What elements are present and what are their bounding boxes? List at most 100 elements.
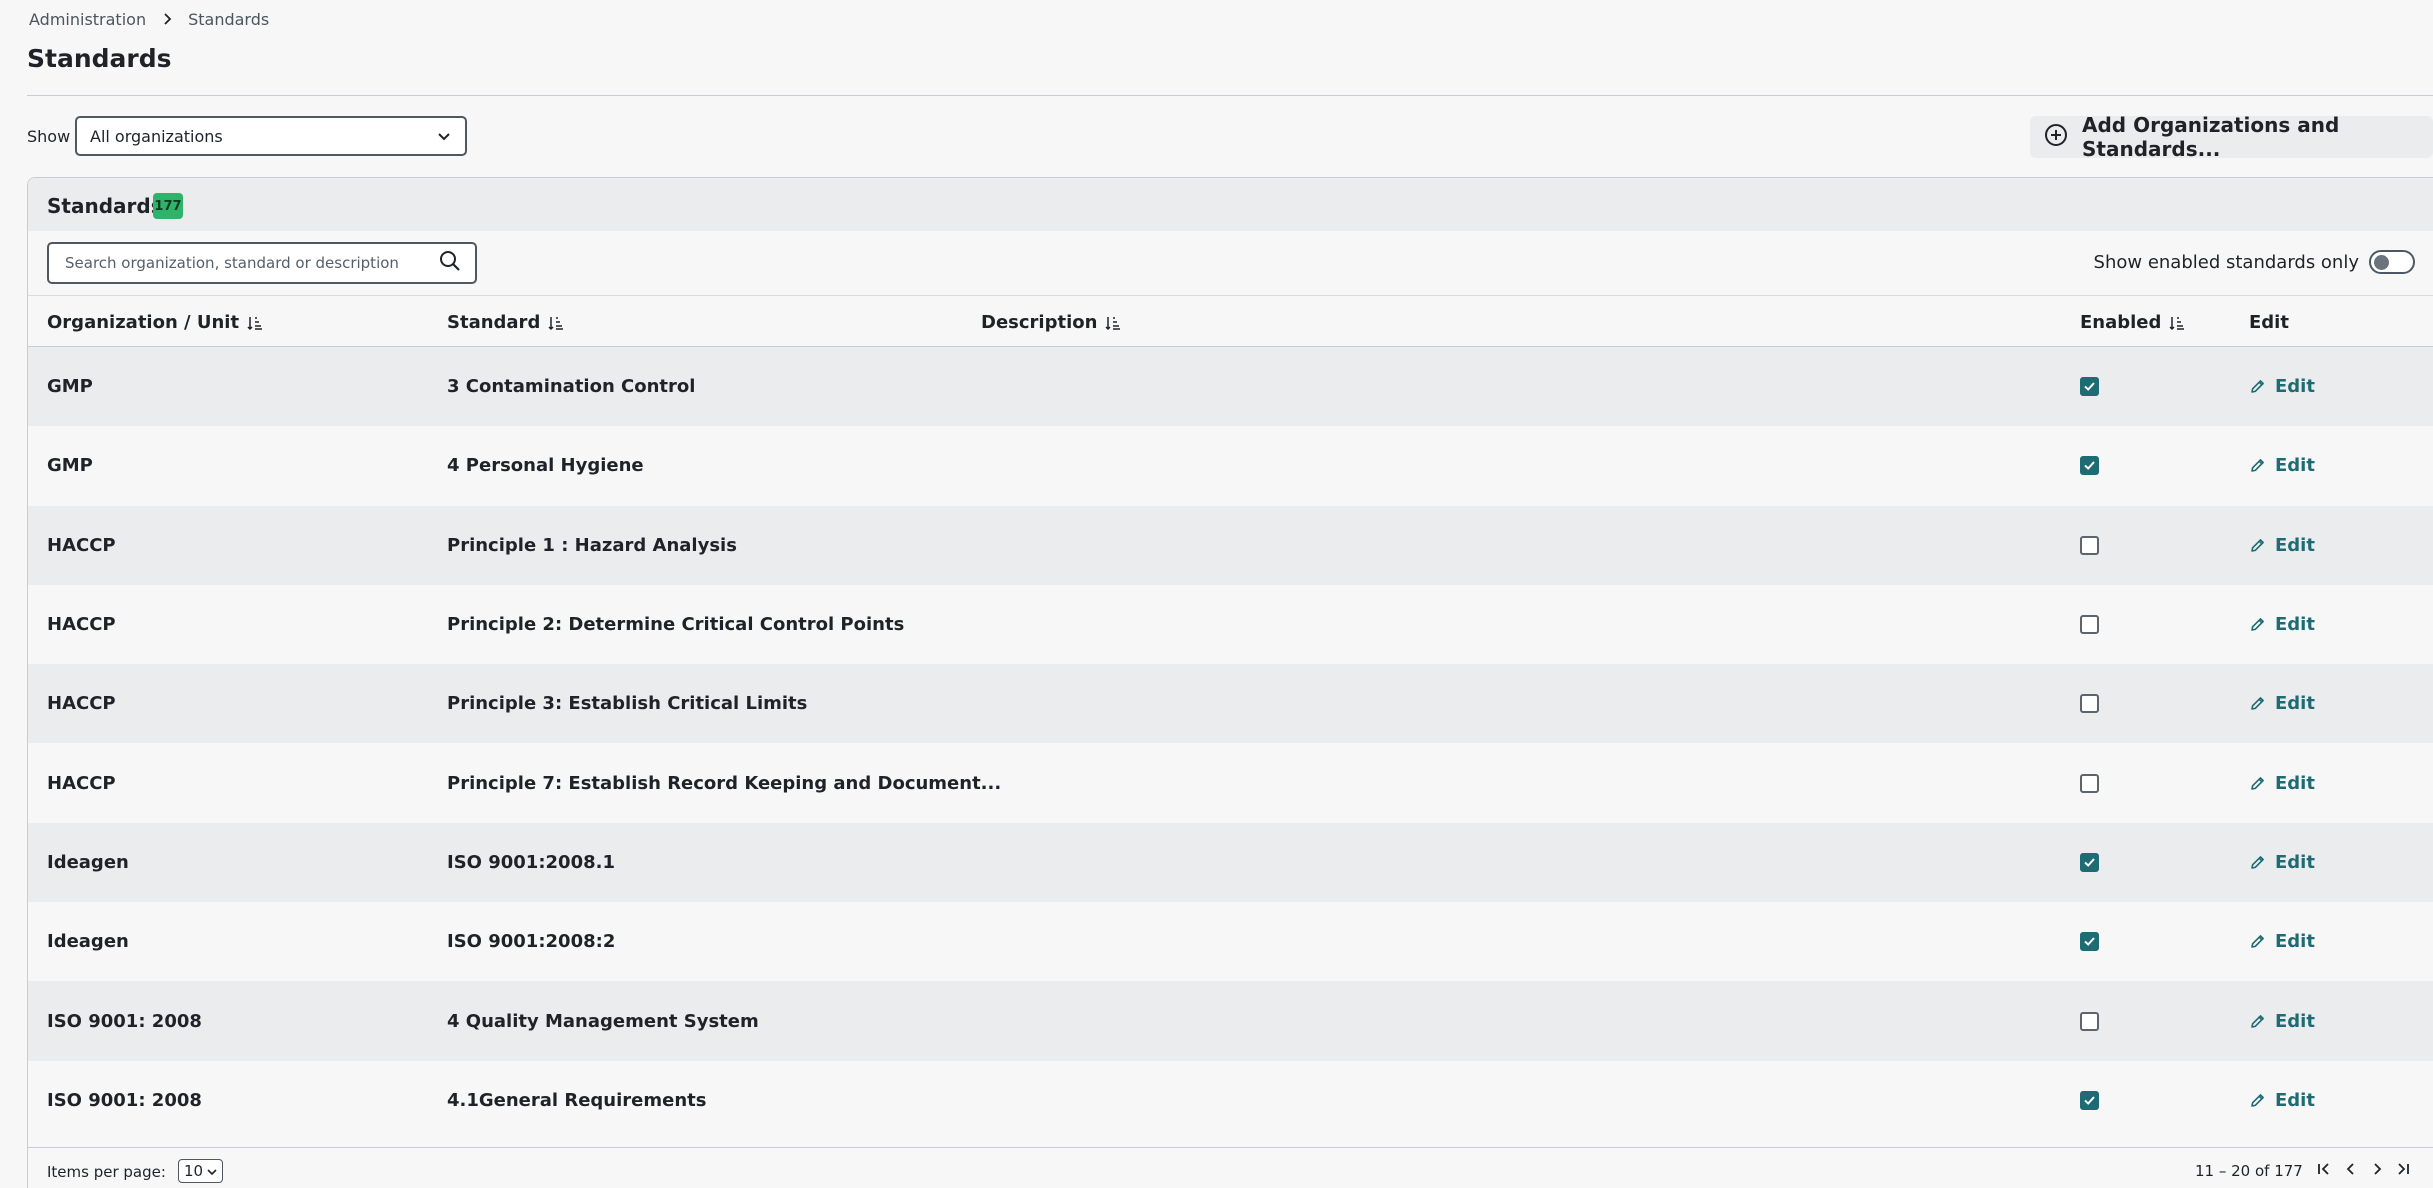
cell-organization: HACCP [47,693,116,715]
search-icon[interactable] [439,250,461,276]
cell-enabled [2080,743,2099,822]
edit-label: Edit [2275,772,2315,794]
column-header-enabled[interactable]: Enabled [2080,312,2185,333]
cell-enabled [2080,347,2099,426]
table-row: HACCP Principle 7: Establish Record Keepi… [28,743,2433,822]
cell-standard: 3 Contamination Control [447,376,696,398]
first-page-icon[interactable] [2317,1162,2331,1176]
add-organizations-button[interactable]: Add Organizations and Standards... [2030,113,2433,161]
column-header-description[interactable]: Description [981,312,1121,333]
column-label: Standard [447,312,541,333]
cell-enabled [2080,426,2099,505]
sort-icon[interactable] [247,315,263,331]
column-header-standard[interactable]: Standard [447,312,564,333]
column-header-organization[interactable]: Organization / Unit [47,312,263,333]
enabled-checkbox[interactable] [2080,1011,2099,1031]
pencil-icon [2249,1092,2266,1109]
column-label: Enabled [2080,312,2162,333]
search-field[interactable] [47,242,477,284]
enabled-checkbox[interactable] [2080,535,2099,555]
cell-standard: Principle 1 : Hazard Analysis [447,534,737,556]
edit-label: Edit [2275,1089,2315,1111]
pencil-icon [2249,775,2266,792]
page-title: Standards [27,44,172,73]
enabled-checkbox[interactable] [2080,615,2099,635]
cell-standard: 4 Quality Management System [447,1010,759,1032]
cell-enabled [2080,585,2099,664]
search-input[interactable] [63,253,427,273]
enabled-checkbox[interactable] [2080,456,2099,476]
edit-link[interactable]: Edit [2249,426,2315,505]
cell-standard: Principle 2: Determine Critical Control … [447,614,905,636]
cell-organization: ISO 9001: 2008 [47,1089,202,1111]
edit-link[interactable]: Edit [2249,743,2315,822]
enabled-only-toggle[interactable] [2369,250,2415,274]
table-row: HACCP Principle 1 : Hazard Analysis Edit [28,505,2433,585]
cell-standard: 4.1General Requirements [447,1089,707,1111]
previous-page-icon[interactable] [2344,1162,2358,1176]
table-row: HACCP Principle 3: Establish Critical Lim… [28,664,2433,744]
chevron-down-icon [437,127,451,146]
sort-icon[interactable] [548,315,564,331]
edit-label: Edit [2275,693,2315,715]
cell-standard: 4 Personal Hygiene [447,455,644,477]
items-per-page-select[interactable]: 10 [178,1159,223,1183]
cell-standard: Principle 3: Establish Critical Limits [447,693,808,715]
pencil-icon [2249,378,2266,395]
table-row: HACCP Principle 2: Determine Critical Con… [28,585,2433,664]
cell-organization: GMP [47,376,93,398]
panel-title: Standards [47,194,163,218]
pencil-icon [2249,695,2266,712]
column-label: Organization / Unit [47,312,240,333]
edit-link[interactable]: Edit [2249,902,2315,981]
toggle-knob [2374,255,2389,270]
enabled-checkbox[interactable] [2080,932,2099,952]
cell-enabled [2080,823,2099,902]
breadcrumb-administration[interactable]: Administration [29,10,146,29]
standards-panel: Standards 177 Show enabled standards onl… [27,177,2433,1188]
table-body: GMP 3 Contamination Control Edit GMP 4 Perso… [28,347,2433,1140]
edit-link[interactable]: Edit [2249,1061,2315,1140]
sort-icon[interactable] [1105,315,1121,331]
cell-organization: HACCP [47,534,116,556]
organization-select-value: All organizations [90,126,223,146]
column-label: Edit [2249,312,2289,333]
table-row: Ideagen ISO 9001:2008.1 Edit [28,822,2433,903]
enabled-checkbox[interactable] [2080,694,2099,714]
edit-link[interactable]: Edit [2249,664,2315,743]
breadcrumb: Administration Standards [29,9,269,30]
pencil-icon [2249,854,2266,871]
plus-circle-icon [2044,123,2068,152]
enabled-checkbox[interactable] [2080,773,2099,793]
cell-standard: ISO 9001:2008.1 [447,851,615,873]
enabled-checkbox[interactable] [2080,852,2099,872]
last-page-icon[interactable] [2396,1162,2410,1176]
cell-organization: HACCP [47,772,116,794]
next-page-icon[interactable] [2370,1162,2384,1176]
edit-link[interactable]: Edit [2249,981,2315,1060]
edit-link[interactable]: Edit [2249,506,2315,585]
edit-label: Edit [2275,851,2315,873]
divider [27,95,2433,96]
organization-select[interactable]: All organizations [75,116,467,156]
cell-enabled [2080,902,2099,981]
table-header: Organization / Unit Standard Description… [28,296,2433,347]
sort-icon[interactable] [2169,315,2185,331]
enabled-only-filter: Show enabled standards only [2094,250,2415,274]
edit-link[interactable]: Edit [2249,585,2315,664]
panel-header: Standards 177 [28,178,2433,231]
cell-organization: Ideagen [47,851,129,873]
cell-organization: GMP [47,455,93,477]
edit-label: Edit [2275,931,2315,953]
table-row: GMP 4 Personal Hygiene Edit [28,426,2433,505]
cell-enabled [2080,1061,2099,1140]
enabled-checkbox[interactable] [2080,1090,2099,1110]
toggle-label: Show enabled standards only [2093,251,2359,273]
enabled-checkbox[interactable] [2080,377,2099,397]
cell-standard: Principle 7: Establish Record Keeping an… [447,772,1002,794]
edit-link[interactable]: Edit [2249,823,2315,902]
pagination-range: 11 – 20 of 177 [2195,1162,2303,1180]
edit-link[interactable]: Edit [2249,347,2315,426]
cell-organization: Ideagen [47,931,129,953]
add-organizations-label: Add Organizations and Standards... [2082,113,2340,161]
